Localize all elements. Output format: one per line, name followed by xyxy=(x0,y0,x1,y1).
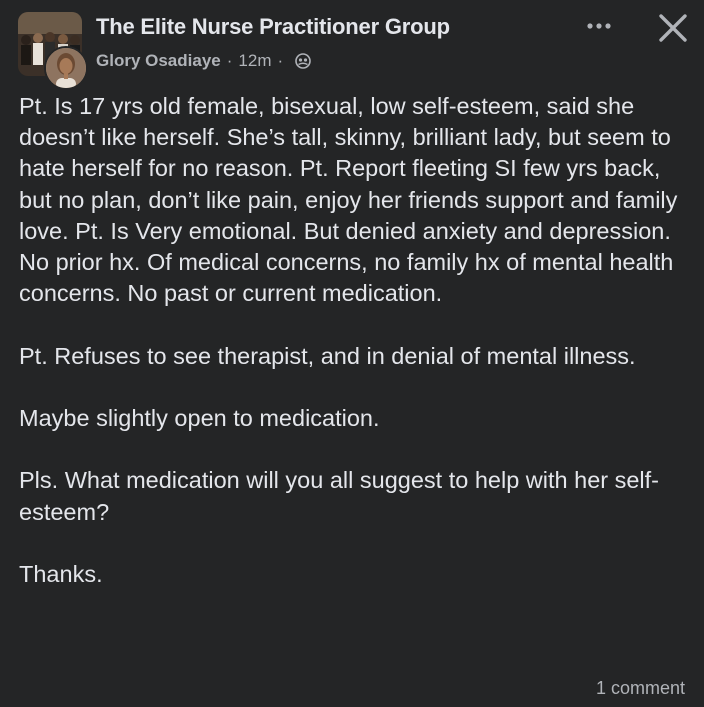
meta-separator: · xyxy=(277,51,284,70)
post-body: Pt. Is 17 yrs old female, bisexual, low … xyxy=(19,91,691,621)
post-paragraph: Thanks. xyxy=(19,560,103,587)
post-paragraph: Pls. What medication will you all sugges… xyxy=(19,467,660,525)
more-options-icon xyxy=(587,23,611,29)
post-card: The Elite Nurse Practitioner Group Glory… xyxy=(0,0,704,707)
meta-separator: · xyxy=(226,51,233,70)
close-button[interactable] xyxy=(655,10,691,46)
post-meta: Glory Osadiaye · 12m · xyxy=(96,51,311,71)
post-time[interactable]: 12m xyxy=(238,51,271,71)
post-paragraph: Pt. Refuses to see therapist, and in den… xyxy=(19,342,636,369)
author-avatar[interactable] xyxy=(44,46,88,90)
group-audience-icon xyxy=(295,53,311,69)
more-options-button[interactable] xyxy=(580,14,620,38)
group-name[interactable]: The Elite Nurse Practitioner Group xyxy=(96,14,450,40)
post-paragraph: Pt. Is 17 yrs old female, bisexual, low … xyxy=(19,93,678,307)
comment-count-link[interactable]: 1 comment xyxy=(596,678,685,699)
profile-photo-icon xyxy=(46,48,86,88)
post-header: The Elite Nurse Practitioner Group Glory… xyxy=(0,0,704,90)
post-paragraph: Maybe slightly open to medication. xyxy=(19,405,380,431)
close-icon xyxy=(659,14,687,42)
author-name[interactable]: Glory Osadiaye xyxy=(96,51,221,71)
